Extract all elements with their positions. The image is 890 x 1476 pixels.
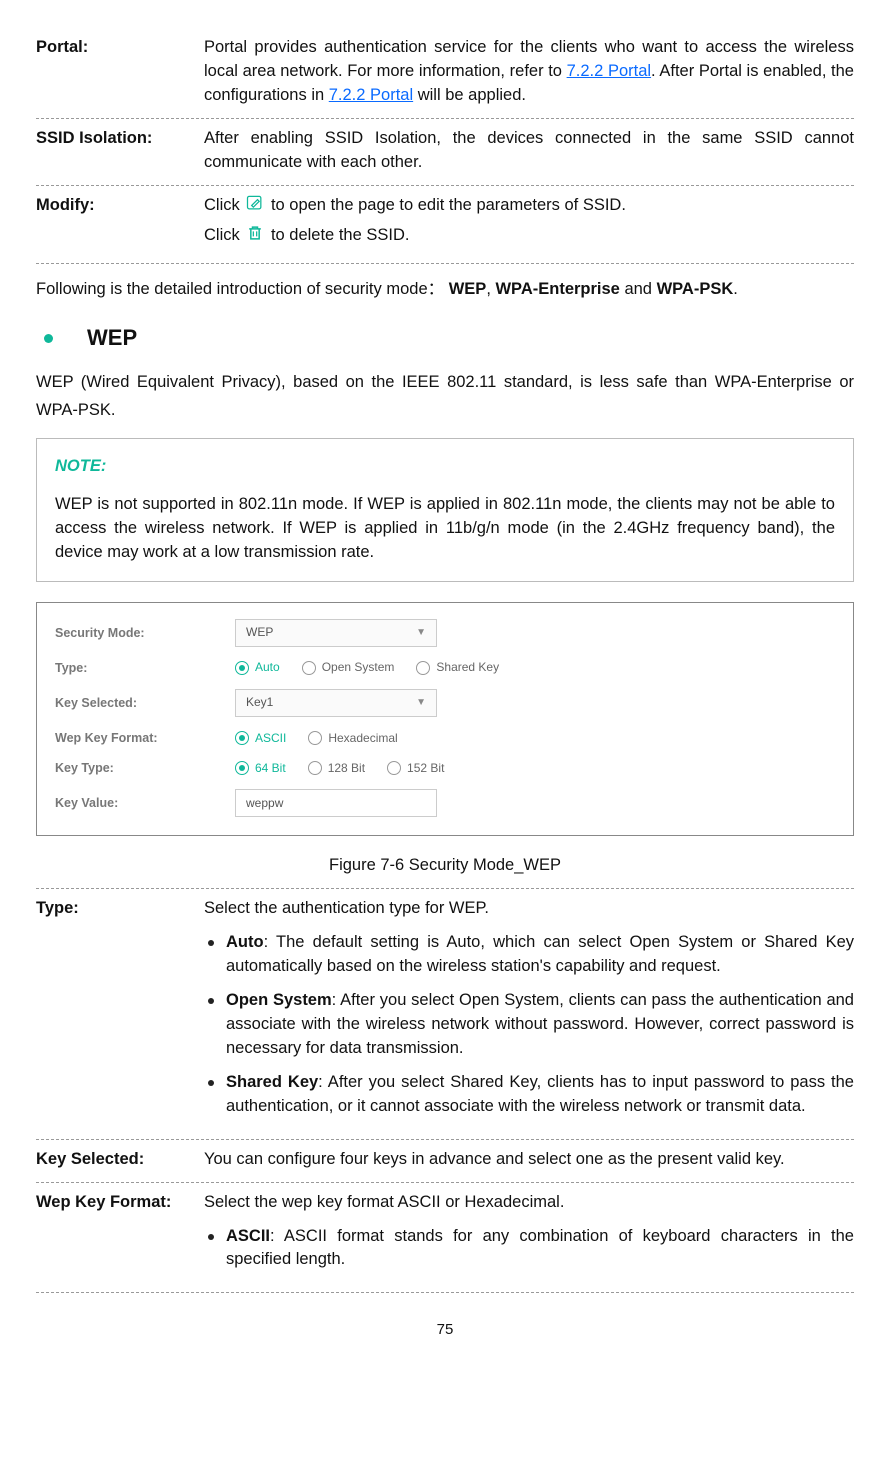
radio-keytype-152[interactable]: 152 Bit bbox=[387, 760, 444, 777]
row-modify: Modify: Click to open the page to edit t… bbox=[36, 186, 854, 265]
label-ssid-isolation: SSID Isolation: bbox=[36, 127, 204, 175]
list-item: Open System: After you select Open Syste… bbox=[204, 989, 854, 1061]
row-wep-key-format: Wep Key Format: Select the wep key forma… bbox=[36, 1183, 854, 1294]
key-type-radio-group: 64 Bit 128 Bit 152 Bit bbox=[235, 760, 444, 777]
value-modify: Click to open the page to edit the param… bbox=[204, 194, 854, 254]
radio-icon bbox=[308, 761, 322, 775]
note-text: WEP is not supported in 802.11n mode. If… bbox=[55, 493, 835, 565]
value-ssid-isolation: After enabling SSID Isolation, the devic… bbox=[204, 127, 854, 175]
radio-format-ascii[interactable]: ASCII bbox=[235, 730, 286, 747]
fig-label-security-mode: Security Mode: bbox=[55, 624, 235, 642]
radio-keytype-128[interactable]: 128 Bit bbox=[308, 760, 365, 777]
radio-type-auto[interactable]: Auto bbox=[235, 659, 280, 676]
row-type: Type: Select the authentication type for… bbox=[36, 888, 854, 1139]
figure-caption: Figure 7-6 Security Mode_WEP bbox=[36, 848, 854, 888]
label-portal: Portal: bbox=[36, 36, 204, 108]
fig-label-wep-key-format: Wep Key Format: bbox=[55, 729, 235, 747]
text: to delete the SSID. bbox=[271, 226, 410, 244]
security-mode-select[interactable]: WEP ▼ bbox=[235, 619, 437, 647]
trash-icon bbox=[244, 223, 266, 243]
radio-icon bbox=[235, 731, 249, 745]
select-value: WEP bbox=[246, 624, 273, 641]
radio-type-open-system[interactable]: Open System bbox=[302, 659, 395, 676]
radio-icon bbox=[302, 661, 316, 675]
label-key-selected: Key Selected: bbox=[36, 1148, 204, 1172]
key-value-input[interactable]: weppw bbox=[235, 789, 437, 817]
link-portal-2[interactable]: 7.2.2 Portal bbox=[329, 86, 413, 104]
radio-format-hex[interactable]: Hexadecimal bbox=[308, 730, 397, 747]
list-item: Shared Key: After you select Shared Key,… bbox=[204, 1071, 854, 1119]
edit-icon bbox=[244, 193, 266, 213]
text: . bbox=[733, 280, 738, 298]
text: to open the page to edit the parameters … bbox=[271, 196, 626, 214]
text: WPA-PSK bbox=[657, 280, 734, 298]
type-intro: Select the authentication type for WEP. bbox=[204, 897, 854, 921]
radio-keytype-64[interactable]: 64 Bit bbox=[235, 760, 286, 777]
list-item: ASCII: ASCII format stands for any combi… bbox=[204, 1225, 854, 1273]
list-item: Auto: The default setting is Auto, which… bbox=[204, 931, 854, 979]
wep-key-format-radio-group: ASCII Hexadecimal bbox=[235, 730, 398, 747]
radio-icon bbox=[235, 761, 249, 775]
fig-label-key-type: Key Type: bbox=[55, 759, 235, 777]
wep-key-format-intro: Select the wep key format ASCII or Hexad… bbox=[204, 1191, 854, 1215]
page-number: 75 bbox=[36, 1293, 854, 1341]
key-selected-select[interactable]: Key1 ▼ bbox=[235, 689, 437, 717]
note-box: NOTE: WEP is not supported in 802.11n mo… bbox=[36, 438, 854, 582]
fig-label-type: Type: bbox=[55, 659, 235, 677]
wep-heading: WEP bbox=[36, 316, 854, 368]
security-modes-intro: Following is the detailed introduction o… bbox=[36, 264, 854, 316]
note-label: NOTE: bbox=[55, 455, 835, 479]
radio-icon bbox=[235, 661, 249, 675]
bullet-dot-icon bbox=[44, 334, 53, 343]
input-value: weppw bbox=[246, 795, 283, 812]
fig-label-key-value: Key Value: bbox=[55, 794, 235, 812]
wep-heading-text: WEP bbox=[87, 322, 137, 354]
text: Following is the detailed introduction o… bbox=[36, 280, 449, 298]
row-ssid-isolation: SSID Isolation: After enabling SSID Isol… bbox=[36, 119, 854, 186]
figure-security-wep: Security Mode: WEP ▼ Type: Auto Open Sys… bbox=[36, 602, 854, 836]
radio-type-shared-key[interactable]: Shared Key bbox=[416, 659, 499, 676]
label-wep-key-format: Wep Key Format: bbox=[36, 1191, 204, 1283]
value-key-selected: You can configure four keys in advance a… bbox=[204, 1148, 854, 1172]
row-portal: Portal: Portal provides authentication s… bbox=[36, 28, 854, 119]
link-portal-1[interactable]: 7.2.2 Portal bbox=[567, 62, 651, 80]
text: and bbox=[620, 280, 657, 298]
radio-icon bbox=[416, 661, 430, 675]
type-radio-group: Auto Open System Shared Key bbox=[235, 659, 499, 676]
text: WPA-Enterprise bbox=[495, 280, 619, 298]
label-modify: Modify: bbox=[36, 194, 204, 254]
label-type: Type: bbox=[36, 897, 204, 1128]
text: will be applied. bbox=[413, 86, 526, 104]
value-type: Select the authentication type for WEP. … bbox=[204, 897, 854, 1128]
value-portal: Portal provides authentication service f… bbox=[204, 36, 854, 108]
row-key-selected: Key Selected: You can configure four key… bbox=[36, 1140, 854, 1183]
text: Click bbox=[204, 226, 244, 244]
chevron-down-icon: ▼ bbox=[416, 696, 426, 711]
radio-icon bbox=[387, 761, 401, 775]
fig-label-key-selected: Key Selected: bbox=[55, 694, 235, 712]
text: WEP bbox=[449, 280, 487, 298]
radio-icon bbox=[308, 731, 322, 745]
value-wep-key-format: Select the wep key format ASCII or Hexad… bbox=[204, 1191, 854, 1283]
chevron-down-icon: ▼ bbox=[416, 626, 426, 641]
wep-description: WEP (Wired Equivalent Privacy), based on… bbox=[36, 368, 854, 438]
text: Click bbox=[204, 196, 244, 214]
select-value: Key1 bbox=[246, 694, 273, 711]
